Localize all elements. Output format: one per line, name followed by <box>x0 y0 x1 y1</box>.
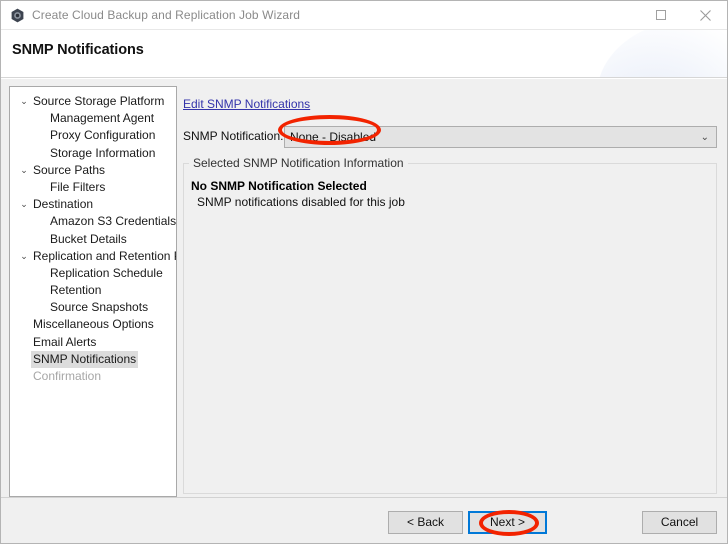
groupbox-content: No SNMP Notification Selected SNMP notif… <box>191 178 707 210</box>
sidebar-item-label: Source Paths <box>33 162 106 177</box>
snmp-notification-label: SNMP Notification: <box>183 129 284 143</box>
sidebar-item-storage-information[interactable]: Storage Information <box>10 145 176 162</box>
sidebar-item-label: Email Alerts <box>33 334 97 349</box>
header-decoration <box>597 30 727 77</box>
page-header: SNMP Notifications <box>1 30 727 78</box>
wizard-footer: < Back Next > Cancel <box>1 497 727 543</box>
wizard-window: Create Cloud Backup and Replication Job … <box>0 0 728 544</box>
sidebar-item-proxy-configuration[interactable]: Proxy Configuration <box>10 127 176 144</box>
sidebar-item-source-storage-platform[interactable]: ⌄ Source Storage Platform <box>10 93 176 110</box>
sidebar-item-label: Replication and Retention Policy <box>33 248 176 263</box>
sidebar-item-source-snapshots[interactable]: Source Snapshots <box>10 299 176 316</box>
sidebar-item-label: Management Agent <box>50 111 155 126</box>
sidebar-item-label: Replication Schedule <box>50 265 163 280</box>
snmp-notification-select[interactable]: None - Disabled ⌄ <box>284 126 717 148</box>
close-button[interactable] <box>683 1 727 29</box>
maximize-icon <box>638 1 683 29</box>
sidebar-item-bucket-details[interactable]: Bucket Details <box>10 231 176 248</box>
snmp-notification-selected-value: None - Disabled <box>290 130 377 144</box>
sidebar-item-replication-schedule[interactable]: Replication Schedule <box>10 265 176 282</box>
sidebar-item-label: Miscellaneous Options <box>33 317 154 332</box>
page-title: SNMP Notifications <box>12 42 144 58</box>
groupbox-frame <box>183 163 717 494</box>
sidebar-item-label: SNMP Notifications <box>31 350 139 369</box>
title-bar: Create Cloud Backup and Replication Job … <box>1 1 727 30</box>
step-tree: ⌄ Source Storage Platform Management Agent… <box>10 93 176 385</box>
back-button[interactable]: < Back <box>388 511 463 534</box>
no-snmp-selected-heading: No SNMP Notification Selected <box>191 179 367 193</box>
sidebar-item-label: Bucket Details <box>50 231 127 246</box>
close-icon <box>683 1 727 29</box>
sidebar-item-label: File Filters <box>50 179 106 194</box>
sidebar-item-miscellaneous-options[interactable]: Miscellaneous Options <box>10 316 176 333</box>
sidebar-item-file-filters[interactable]: File Filters <box>10 179 176 196</box>
no-snmp-selected-detail: SNMP notifications disabled for this job <box>197 195 405 209</box>
sidebar-item-email-alerts[interactable]: Email Alerts <box>10 334 176 351</box>
chevron-down-icon[interactable]: ⌄ <box>18 196 30 213</box>
sidebar-item-replication-and-retention-policy[interactable]: ⌄Replication and Retention Policy <box>10 248 176 265</box>
chevron-down-icon: ⌄ <box>700 132 709 143</box>
sidebar-item-label: Storage Information <box>50 145 156 160</box>
snmp-notification-field-row: SNMP Notification: None - Disabled ⌄ <box>183 126 717 148</box>
sidebar-item-snmp-notifications[interactable]: SNMP Notifications <box>10 350 176 369</box>
edit-snmp-notifications-link[interactable]: Edit SNMP Notifications <box>183 97 310 111</box>
next-button[interactable]: Next > <box>468 511 547 534</box>
sidebar-item-label: Source Storage Platform <box>33 94 165 108</box>
wizard-step-sidebar: ⌄ Source Storage Platform Management Agent… <box>9 86 177 497</box>
chevron-down-icon[interactable]: ⌄ <box>18 93 30 110</box>
sidebar-item-retention[interactable]: Retention <box>10 282 176 299</box>
sidebar-item-management-agent[interactable]: Management Agent <box>10 110 176 127</box>
app-hexagon-icon <box>10 8 25 23</box>
sidebar-item-confirmation: Confirmation <box>10 368 176 385</box>
sidebar-item-destination[interactable]: ⌄ Destination <box>10 196 176 213</box>
sidebar-item-label: Amazon S3 Credentials <box>50 214 177 229</box>
chevron-down-icon[interactable]: ⌄ <box>18 162 30 179</box>
chevron-down-icon[interactable]: ⌄ <box>18 248 30 265</box>
selected-snmp-info-groupbox: Selected SNMP Notification Information N… <box>183 156 717 494</box>
sidebar-item-label: Destination <box>33 197 94 212</box>
wizard-body: ⌄ Source Storage Platform Management Agent… <box>1 79 727 497</box>
content-panel: Edit SNMP Notifications SNMP Notificatio… <box>181 86 719 497</box>
window-title: Create Cloud Backup and Replication Job … <box>32 8 301 22</box>
sidebar-item-amazon-s3-credentials[interactable]: Amazon S3 Credentials <box>10 213 176 230</box>
sidebar-item-label: Confirmation <box>33 369 102 383</box>
groupbox-legend: Selected SNMP Notification Information <box>189 156 408 170</box>
sidebar-item-label: Source Snapshots <box>50 300 149 315</box>
sidebar-item-source-paths[interactable]: ⌄ Source Paths <box>10 162 176 179</box>
sidebar-item-label: Proxy Configuration <box>50 128 156 143</box>
cancel-button[interactable]: Cancel <box>642 511 717 534</box>
maximize-button[interactable] <box>638 1 683 29</box>
sidebar-item-label: Retention <box>50 283 102 298</box>
